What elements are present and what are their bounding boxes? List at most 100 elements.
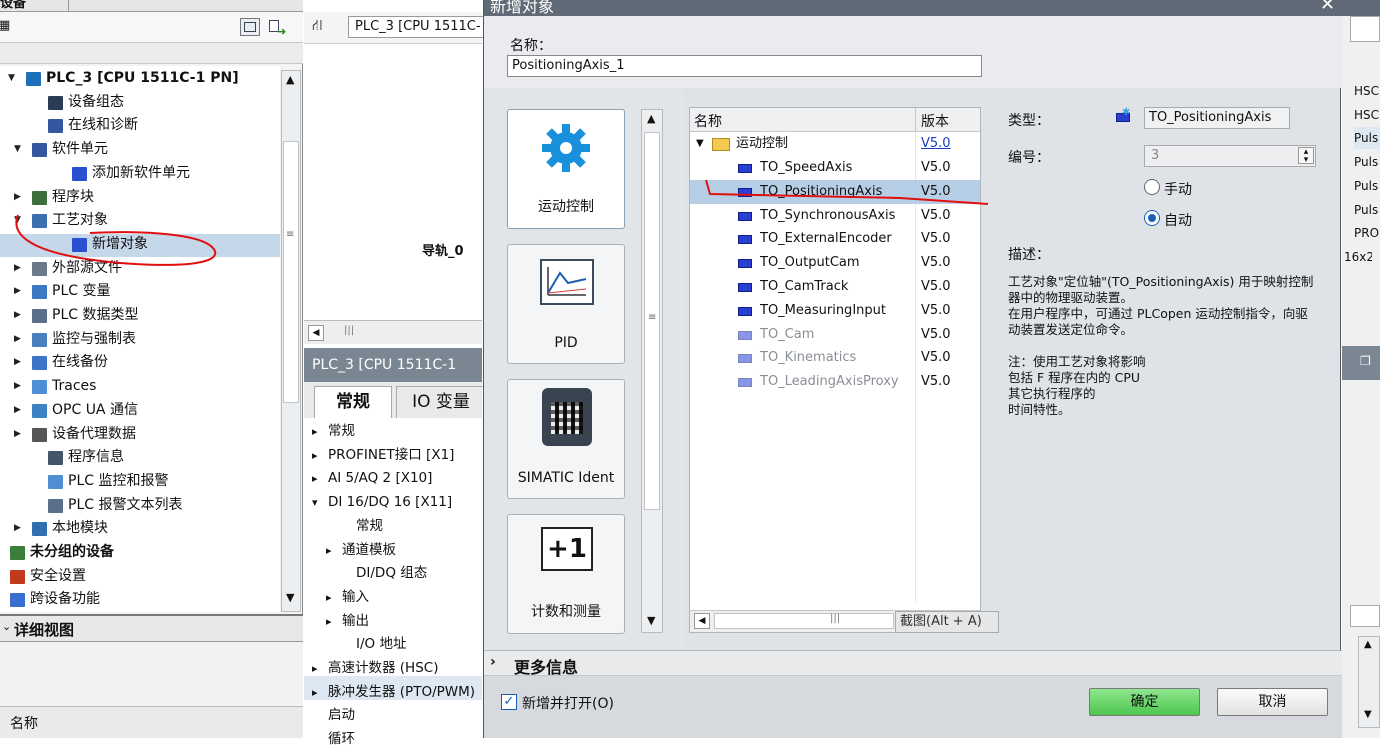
right-list-item[interactable]: HSC	[1354, 104, 1380, 126]
tree-item[interactable]: ▶ 监控与强制表	[0, 328, 280, 351]
scroll-down-icon[interactable]: ▼	[647, 614, 655, 627]
expand-arrow-icon[interactable]: ▶	[14, 423, 21, 446]
properties-nav-item[interactable]: DI/DQ 组态	[304, 562, 482, 585]
tree-item[interactable]: 设备组态	[0, 91, 280, 114]
number-stepper-icon[interactable]: ▴ ▾	[1298, 147, 1314, 165]
list-item[interactable]: TO_Cam V5.0	[690, 323, 980, 347]
expand-arrow-icon[interactable]: ▸	[326, 539, 332, 562]
tree-item[interactable]: ▶安全设置	[0, 565, 280, 588]
canvas-hscrollbar[interactable]: ◀ |||	[304, 320, 482, 344]
category-simatic-ident[interactable]: SIMATIC Ident	[507, 379, 625, 499]
devices-tab[interactable]: 设备	[0, 0, 26, 11]
tree-scrollbar[interactable]: ▲ ≡ ▼	[281, 70, 301, 612]
device-tool-icon[interactable]: ⛙	[312, 16, 323, 36]
properties-nav-item[interactable]: I/O 地址	[304, 633, 482, 656]
right-scrollbar[interactable]: ▲ ▼	[1358, 636, 1380, 728]
add-open-checkbox[interactable]: ✓	[501, 694, 517, 710]
properties-nav-item[interactable]: 常规	[304, 515, 482, 538]
expand-arrow-icon[interactable]: ▶	[14, 304, 21, 327]
tree-item[interactable]: ▶ PLC 变量	[0, 280, 280, 303]
right-list-item[interactable]: Puls	[1354, 151, 1380, 173]
expand-arrow-icon[interactable]: ▶	[14, 280, 21, 303]
properties-nav-item[interactable]: 循环	[304, 728, 482, 751]
scroll-left-icon[interactable]: ◀	[308, 325, 324, 341]
right-list-item[interactable]: Puls	[1354, 127, 1380, 149]
expand-arrow-icon[interactable]: ▶	[14, 399, 21, 422]
expand-arrow-icon[interactable]: ▸	[326, 610, 332, 633]
category-counting-measuring[interactable]: +1 计数和测量	[507, 514, 625, 634]
expand-arrow-icon[interactable]: ▸	[312, 657, 318, 680]
tree-item[interactable]: ▼ PLC_3 [CPU 1511C-1 PN]	[0, 67, 280, 90]
tree-item[interactable]: ▶ 本地模块	[0, 517, 280, 540]
tab-general[interactable]: 常规	[314, 386, 392, 418]
category-pid[interactable]: PID	[507, 244, 625, 364]
collapse-arrow-icon[interactable]: ▼	[8, 67, 15, 90]
detail-col-name[interactable]: 名称	[10, 713, 38, 733]
expand-icon[interactable]: ▼	[696, 132, 704, 156]
radio-manual[interactable]	[1144, 179, 1160, 195]
expand-arrow-icon[interactable]: ▸	[326, 586, 332, 609]
right-list-item[interactable]: PRO	[1354, 222, 1380, 244]
list-item[interactable]: TO_ExternalEncoder V5.0	[690, 227, 980, 251]
tree-item[interactable]: ▶ 在线备份	[0, 351, 280, 374]
right-list-item[interactable]: 16x2	[1344, 246, 1372, 268]
category-motion-control[interactable]: 运动控制	[507, 109, 625, 229]
properties-nav-item[interactable]: ▸ 输入	[304, 586, 482, 609]
scroll-down-icon[interactable]: ▼	[1364, 709, 1372, 720]
col-name-header[interactable]: 名称	[694, 111, 722, 131]
name-input[interactable]: PositioningAxis_1	[507, 55, 982, 77]
radio-auto[interactable]	[1144, 210, 1160, 226]
scroll-down-icon[interactable]: ▼	[286, 591, 294, 604]
number-field[interactable]: 3	[1144, 145, 1316, 167]
list-hscrollbar[interactable]: ◀ ||| 截图(Alt + A)	[690, 610, 999, 633]
right-list-item[interactable]: Puls	[1354, 199, 1380, 221]
right-list-item[interactable]: HSC	[1354, 80, 1380, 102]
window-icon[interactable]: ❐	[1360, 354, 1371, 368]
scroll-up-icon[interactable]: ▲	[647, 112, 655, 125]
tree-item[interactable]: PLC 报警文本列表	[0, 494, 280, 517]
collapse-arrow-icon[interactable]: ▼	[14, 138, 21, 161]
right-tab[interactable]	[1350, 16, 1380, 42]
expand-arrow-icon[interactable]: ▸	[312, 681, 318, 704]
right-field[interactable]	[1350, 605, 1380, 627]
tree-scroll-thumb[interactable]	[283, 141, 299, 403]
tree-item[interactable]: 程序信息	[0, 446, 280, 469]
expand-arrow-icon[interactable]: ▶	[14, 375, 21, 398]
expand-arrow-icon[interactable]: ▸	[312, 444, 318, 467]
tree-item[interactable]: ▶未分组的设备	[0, 541, 280, 564]
col-version-header[interactable]: 版本	[921, 111, 949, 131]
scroll-up-icon[interactable]: ▲	[1364, 639, 1372, 650]
properties-nav-item[interactable]: ▸ 输出	[304, 610, 482, 633]
properties-nav-item[interactable]: ▸ PROFINET接口 [X1]	[304, 444, 482, 467]
list-item[interactable]: TO_Kinematics V5.0	[690, 346, 980, 370]
detail-view-header[interactable]: ⌄ 详细视图	[0, 614, 303, 642]
ok-button[interactable]: 确定	[1089, 688, 1200, 716]
list-item[interactable]: TO_LeadingAxisProxy V5.0	[690, 370, 980, 394]
cancel-button[interactable]: 取消	[1217, 688, 1328, 716]
expand-more-icon[interactable]: ›	[490, 654, 496, 670]
close-icon[interactable]: ✕	[1320, 0, 1335, 15]
expand-arrow-icon[interactable]: ▸	[312, 467, 318, 490]
list-item[interactable]: TO_MeasuringInput V5.0	[690, 299, 980, 323]
tree-item[interactable]: ▶ PLC 数据类型	[0, 304, 280, 327]
properties-nav-item[interactable]: ▸ 通道模板	[304, 539, 482, 562]
tree-item[interactable]: ▶跨设备功能	[0, 588, 280, 611]
device-canvas[interactable]: 导轨_0	[304, 44, 482, 320]
properties-nav-item[interactable]: 启动	[304, 704, 482, 727]
more-info-bar[interactable]: › 更多信息	[484, 650, 1342, 677]
expand-arrow-icon[interactable]: ▸	[312, 420, 318, 443]
list-item[interactable]: TO_CamTrack V5.0	[690, 275, 980, 299]
category-scrollbar[interactable]: ▲ ≡ ▼	[641, 109, 663, 633]
expand-arrow-icon[interactable]: ▶	[14, 351, 21, 374]
expand-arrow-icon[interactable]: ▶	[14, 328, 21, 351]
tree-item[interactable]: ▼ 软件单元	[0, 138, 280, 161]
collapse-arrow-icon[interactable]: ▾	[312, 491, 318, 514]
add-to-view-icon[interactable]: ➜	[266, 18, 286, 38]
scroll-left-icon[interactable]: ◀	[694, 613, 710, 629]
properties-nav-item[interactable]: ▸ 脉冲发生器 (PTO/PWM)	[304, 681, 482, 704]
list-item[interactable]: TO_OutputCam V5.0	[690, 251, 980, 275]
expand-arrow-icon[interactable]: ▶	[14, 517, 21, 540]
properties-nav-item[interactable]: ▸ 高速计数器 (HSC)	[304, 657, 482, 680]
list-item-folder[interactable]: ▼ 运动控制 V5.0	[690, 132, 980, 156]
right-list-item[interactable]: Puls	[1354, 175, 1380, 197]
